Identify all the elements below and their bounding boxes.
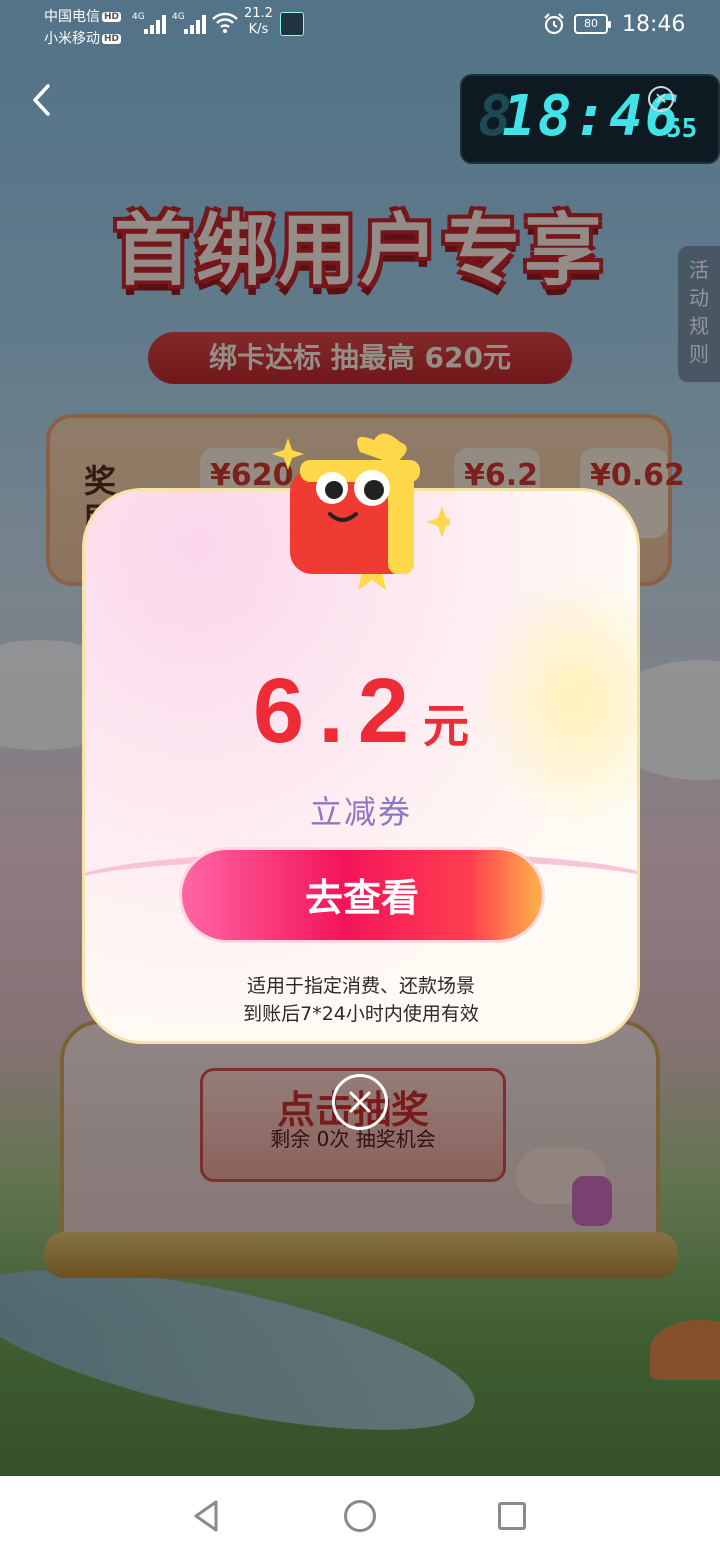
hd-badge: HD (102, 12, 122, 22)
signal-icon (184, 14, 208, 34)
network-speed: 21.2 K/s (244, 6, 273, 38)
back-icon[interactable] (28, 82, 58, 118)
speed-value: 21.2 (244, 6, 273, 21)
reward-amount: 6.2元 (85, 659, 637, 764)
nav-back-icon[interactable] (190, 1498, 222, 1534)
network-type: 4G (132, 12, 145, 22)
speed-unit: K/s (248, 22, 269, 37)
close-icon (349, 1091, 371, 1113)
signal-icon (144, 14, 168, 34)
amount-unit: 元 (422, 699, 469, 753)
nav-home-icon[interactable] (344, 1500, 376, 1532)
hd-badge: HD (102, 34, 122, 44)
floating-clock-widget[interactable]: 8 18:46 55 (462, 76, 718, 162)
carrier-2: 小米移动 HD (44, 28, 122, 48)
validity-note: 到账后7*24小时内使用有效 (243, 1003, 479, 1025)
wifi-icon (212, 12, 238, 33)
status-bar: 中国电信 HD 小米移动 HD 4G 4G 21.2 K/s 80 18:46 (0, 0, 720, 52)
clock-app-icon (280, 12, 304, 36)
status-time: 18:46 (622, 12, 686, 37)
network-type: 4G (172, 12, 185, 22)
amount-value: 6.2 (253, 660, 423, 762)
system-nav-bar (0, 1476, 720, 1560)
carrier-2-label: 小米移动 (44, 31, 100, 47)
nav-recents-icon[interactable] (498, 1502, 526, 1530)
battery-level: 80 (584, 17, 598, 30)
alarm-icon (544, 13, 564, 35)
close-modal-button[interactable] (332, 1074, 388, 1130)
coupon-type: 立减券 (309, 793, 412, 831)
battery-icon: 80 (574, 14, 611, 34)
gift-mascot-icon (272, 433, 450, 590)
clock-seconds: 55 (666, 114, 698, 144)
carrier-1-label: 中国电信 (44, 9, 100, 25)
close-clock-icon[interactable]: ✕ (648, 86, 674, 112)
usage-note: 适用于指定消费、还款场景 (246, 975, 475, 997)
carrier-1: 中国电信 HD (44, 6, 122, 26)
view-coupon-button[interactable]: 去查看 (179, 847, 545, 943)
